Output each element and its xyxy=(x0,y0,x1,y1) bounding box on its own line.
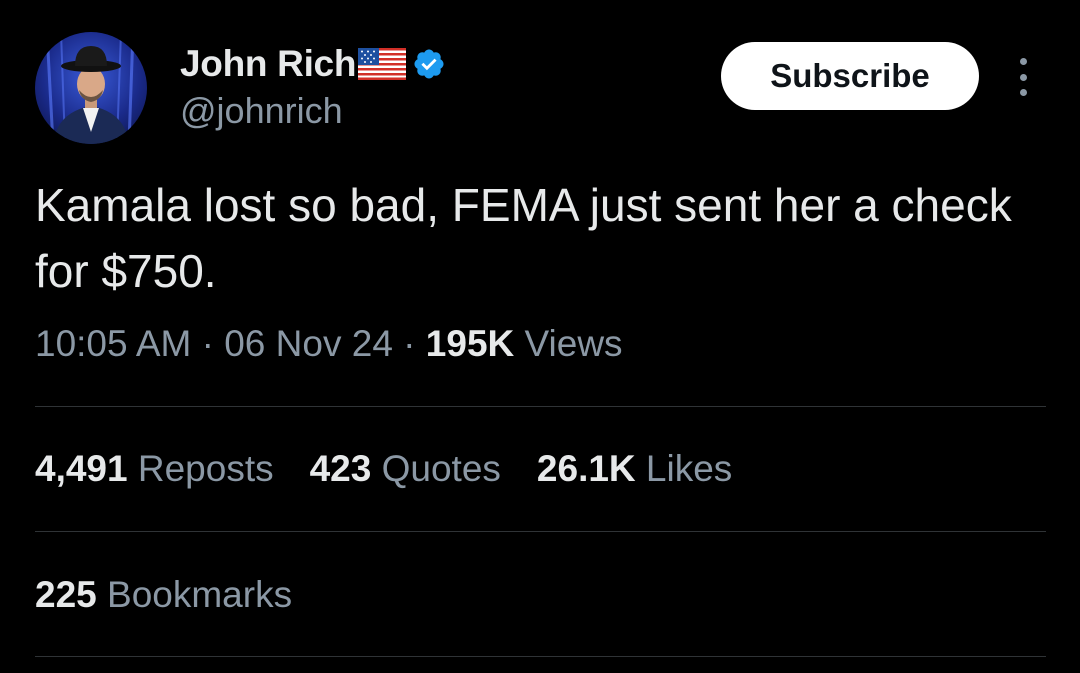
reposts-stat[interactable]: 4,491 Reposts xyxy=(35,448,274,490)
us-flag-icon xyxy=(358,48,407,80)
meta-separator: · xyxy=(191,323,225,364)
divider xyxy=(35,406,1046,407)
more-dot xyxy=(1019,89,1027,96)
author-handle[interactable]: @johnrich xyxy=(180,90,343,132)
likes-stat[interactable]: 26.1K Likes xyxy=(537,448,732,490)
bookmarks-count: 225 xyxy=(35,574,97,615)
more-dot xyxy=(1019,73,1027,81)
bookmarks-label: Bookmarks xyxy=(96,574,293,615)
meta-separator: · xyxy=(392,323,426,364)
reposts-count: 4,491 xyxy=(35,448,128,489)
views-label: Views xyxy=(514,323,623,364)
tweet-text: Kamala lost so bad, FEMA just sent her a… xyxy=(35,179,1012,297)
views-count: 195K xyxy=(425,323,515,364)
likes-count: 26.1K xyxy=(536,448,636,489)
divider xyxy=(35,531,1046,532)
tweet-date[interactable]: 06 Nov 24 xyxy=(224,323,393,364)
engagement-stats: 4,491 Reposts 423 Quotes 26.1K Likes xyxy=(35,448,768,490)
divider xyxy=(35,656,1046,657)
likes-label: Likes xyxy=(635,448,733,489)
reposts-label: Reposts xyxy=(127,448,274,489)
more-options-icon[interactable] xyxy=(1010,58,1036,96)
tweet-meta: 10:05 AM · 06 Nov 24 · 195K Views xyxy=(35,323,623,365)
bookmarks-stat[interactable]: 225 Bookmarks xyxy=(35,574,292,616)
tweet-time[interactable]: 10:05 AM xyxy=(35,323,191,364)
quotes-count: 423 xyxy=(309,448,372,489)
more-dot xyxy=(1019,58,1027,65)
subscribe-button[interactable]: Subscribe xyxy=(721,42,979,110)
author-name-row[interactable]: John Rich xyxy=(180,40,446,88)
author-name[interactable]: John Rich xyxy=(180,43,356,85)
quotes-stat[interactable]: 423 Quotes xyxy=(310,448,501,490)
quotes-label: Quotes xyxy=(371,448,501,489)
avatar[interactable] xyxy=(35,32,147,144)
verified-badge-icon[interactable] xyxy=(412,47,446,81)
